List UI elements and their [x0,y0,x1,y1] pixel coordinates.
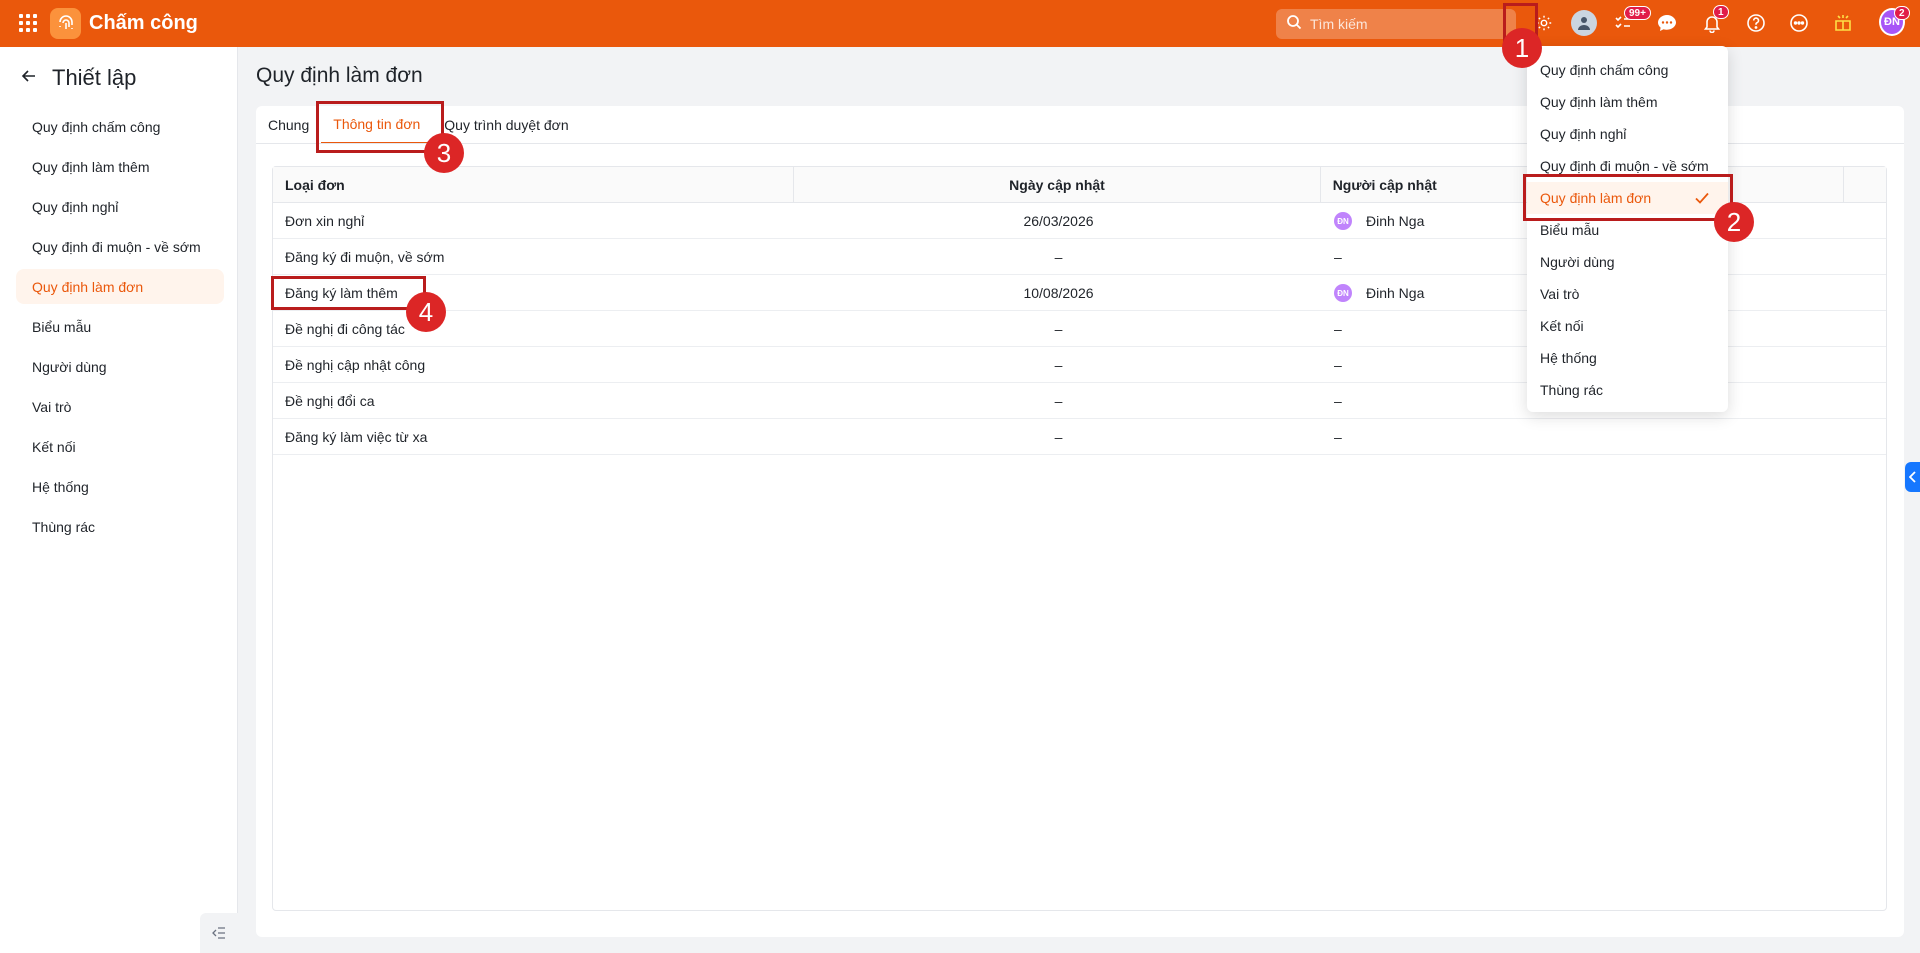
sidebar-item-request-rules[interactable]: Quy định làm đơn [16,269,224,304]
cell-type[interactable]: Đơn xin nghỉ [273,203,795,239]
cell-user: – [1334,429,1342,445]
cell-date: – [1054,321,1063,337]
cell-type[interactable]: Đề nghị đi công tác [273,311,795,347]
sidebar-item-trash[interactable]: Thùng rác [16,509,224,544]
annotation-number-3: 3 [424,133,464,173]
profile-avatar[interactable]: ĐN 2 [1879,6,1910,36]
avatar: ĐN [1334,212,1352,230]
search-box[interactable] [1276,9,1516,39]
cell-type[interactable]: Đăng ký làm việc từ xa [273,419,795,455]
menu-item-roles[interactable]: Vai trò [1527,278,1728,310]
cell-date: – [1054,249,1063,265]
sidebar-item-system[interactable]: Hệ thống [16,469,224,504]
settings-dropdown-menu: Quy định chấm công Quy định làm thêm Quy… [1527,46,1728,412]
sidebar-item-leave-rules[interactable]: Quy định nghỉ [16,189,224,224]
menu-item-system[interactable]: Hệ thống [1527,342,1728,374]
annotation-number-4: 4 [406,292,446,332]
annotation-number-2: 2 [1714,202,1754,242]
sidebar-item-connections[interactable]: Kết nối [16,429,224,464]
col-header-type: Loại đơn [273,167,795,203]
avatar: ĐN [1334,284,1352,302]
sidebar-item-forms[interactable]: Biểu mẫu [16,309,224,344]
chat-icon[interactable] [1654,10,1680,36]
search-input[interactable] [1310,16,1500,32]
sidebar-item-late-early-rules[interactable]: Quy định đi muộn - về sớm [16,229,224,264]
page-title: Quy định làm đơn [256,64,423,87]
col-header-date: Ngày cập nhật [794,167,1321,203]
cell-date: 10/08/2026 [1023,285,1094,301]
gift-icon[interactable] [1830,10,1856,36]
col-header-actions [1844,167,1886,203]
top-bar: Chấm công 99+ 1 ĐN 2 [0,0,1920,47]
back-arrow-icon[interactable] [20,67,38,90]
cell-type[interactable]: Đăng ký đi muộn, về sớm [273,239,795,275]
cell-date: – [1054,429,1063,445]
cell-type[interactable]: Đề nghị cập nhật công [273,347,795,383]
fingerprint-logo-icon [50,8,81,39]
sidebar-item-users[interactable]: Người dùng [16,349,224,384]
expand-panel-chevron-icon[interactable] [1905,462,1920,492]
notifications-badge: 1 [1713,5,1729,19]
tasks-badge: 99+ [1624,6,1651,20]
person-icon [1571,10,1597,36]
annotation-highlight-2 [1523,174,1733,221]
user-name: Đinh Nga [1366,285,1425,301]
cell-date: – [1054,357,1063,373]
tasks-button[interactable]: 99+ [1610,6,1651,36]
menu-item-connections[interactable]: Kết nối [1527,310,1728,342]
sidebar-item-overtime-rules[interactable]: Quy định làm thêm [16,149,224,184]
annotation-highlight-4 [271,276,426,310]
sidebar-title: Thiết lập [52,65,137,90]
apps-grid-icon[interactable] [19,14,37,32]
settings-sidebar: Thiết lập Quy định chấm công Quy định là… [0,47,238,953]
user-name: Đinh Nga [1366,213,1425,229]
tab-general[interactable]: Chung [256,106,321,144]
sidebar-item-roles[interactable]: Vai trò [16,389,224,424]
menu-item-overtime-rules[interactable]: Quy định làm thêm [1527,86,1728,118]
cell-date: 26/03/2026 [1023,213,1094,229]
app-title[interactable]: Chấm công [89,12,198,35]
menu-item-trash[interactable]: Thùng rác [1527,374,1728,406]
collapse-sidebar-icon[interactable] [200,913,238,953]
sidebar-header: Thiết lập [20,65,136,91]
notifications-button[interactable]: 1 [1699,5,1729,36]
user-avatar-small[interactable] [1571,10,1597,36]
cell-type[interactable]: Đề nghị đổi ca [273,383,795,419]
sidebar-menu: Quy định chấm công Quy định làm thêm Quy… [16,109,224,549]
help-icon[interactable] [1743,10,1769,36]
annotation-number-1: 1 [1502,28,1542,68]
table-row[interactable]: Đăng ký làm việc từ xa – – [273,419,1886,455]
menu-item-leave-rules[interactable]: Quy định nghỉ [1527,118,1728,150]
more-options-icon[interactable] [1786,10,1812,36]
menu-item-users[interactable]: Người dùng [1527,246,1728,278]
search-icon [1286,14,1302,35]
profile-badge: 2 [1894,6,1910,20]
menu-item-attendance-rules[interactable]: Quy định chấm công [1527,54,1728,86]
cell-date: – [1054,393,1063,409]
sidebar-item-attendance-rules[interactable]: Quy định chấm công [16,109,224,144]
